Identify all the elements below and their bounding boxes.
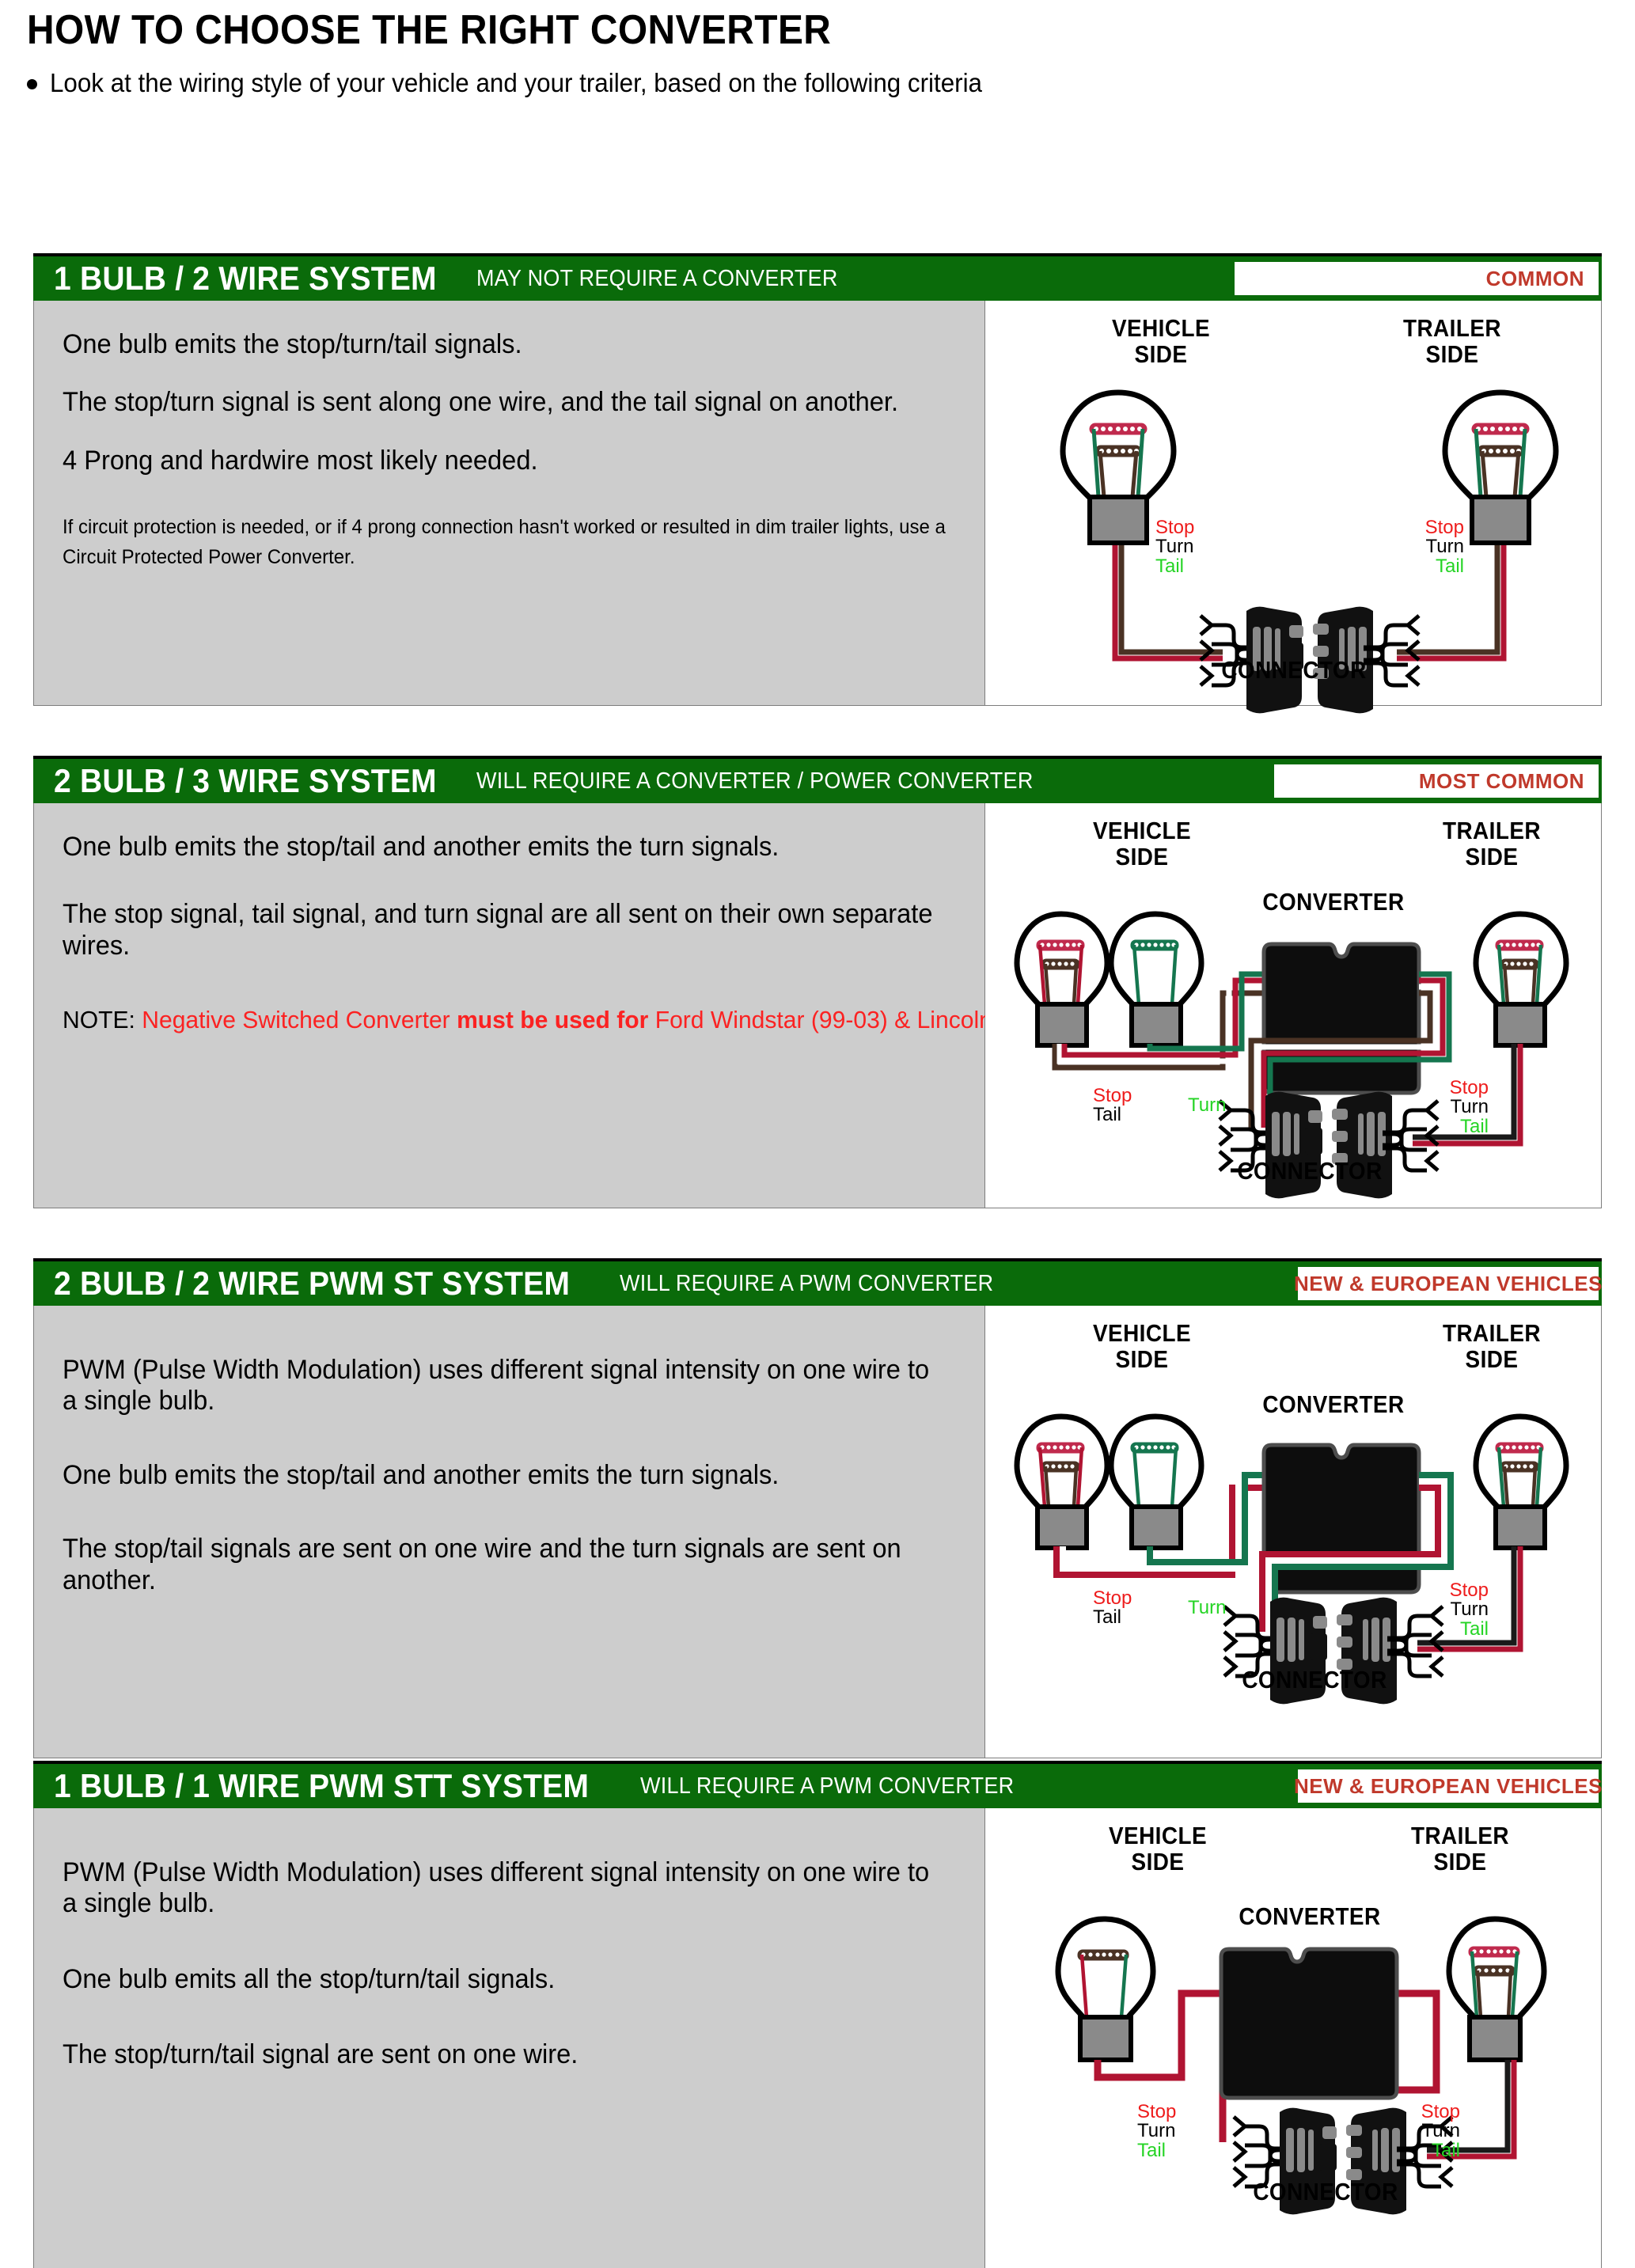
connector-label: CONNECTOR	[1242, 1666, 1387, 1693]
vehicle-side-label: VEHICLE SIDE	[1092, 817, 1192, 871]
converter-box	[1219, 1947, 1399, 2100]
bulb-vehicle-stop-tail	[1014, 911, 1110, 1048]
section-header: 1 BULB / 2 WIRE SYSTEM MAY NOT REQUIRE A…	[33, 253, 1602, 301]
section-two-bulb-two-wire-pwm: 2 BULB / 2 WIRE PWM ST SYSTEM WILL REQUI…	[33, 1258, 1602, 1758]
section-title: 2 BULB / 2 WIRE PWM ST SYSTEM	[54, 1265, 571, 1302]
section-subtitle: WILL REQUIRE A PWM CONVERTER	[620, 1270, 994, 1296]
note-label: NOTE:	[63, 1006, 135, 1034]
trailer-side-label: TRAILER SIDE	[1442, 1319, 1542, 1374]
section-body: PWM (Pulse Width Modulation) uses differ…	[33, 1306, 1602, 1758]
paragraph: The stop/turn signal is sent along one w…	[63, 387, 899, 418]
signal-labels-trailer: Stop Turn Tail	[1421, 2101, 1460, 2161]
section-body: PWM (Pulse Width Modulation) uses differ…	[33, 1808, 1602, 2268]
signal-label-turn: Turn	[1188, 1597, 1227, 1618]
section-subtitle: MAY NOT REQUIRE A CONVERTER	[476, 265, 838, 291]
note-body: Negative Switched Converter must be used…	[142, 1006, 1112, 1034]
section-subtitle: WILL REQUIRE A CONVERTER / POWER CONVERT…	[476, 768, 1034, 794]
bulb-trailer	[1473, 911, 1569, 1048]
status-badge: NEW & EUROPEAN VEHICLES	[1294, 1769, 1602, 1803]
connector-label: CONNECTOR	[1221, 656, 1367, 684]
trailer-side-label: TRAILER SIDE	[1442, 817, 1542, 871]
signal-labels-stop-tail: Stop Tail	[1093, 1587, 1132, 1629]
paragraph: The stop signal, tail signal, and turn s…	[63, 899, 933, 961]
section-text-panel: PWM (Pulse Width Modulation) uses differ…	[33, 1808, 985, 2268]
connector-label: CONNECTOR	[1253, 2178, 1398, 2205]
section-one-bulb-two-wire: 1 BULB / 2 WIRE SYSTEM MAY NOT REQUIRE A…	[33, 253, 1602, 714]
section-text-panel: PWM (Pulse Width Modulation) uses differ…	[33, 1306, 985, 1758]
intro-bullet: Look at the wiring style of your vehicle…	[27, 68, 1031, 98]
wiring-diagram-two-bulb-three-wire: VEHICLE SIDE TRAILER SIDE CONVERTER Stop…	[985, 803, 1602, 1208]
section-subtitle: WILL REQUIRE A PWM CONVERTER	[640, 1773, 1015, 1799]
bulb-trailer	[1446, 1916, 1547, 2062]
paragraph: PWM (Pulse Width Modulation) uses differ…	[63, 1857, 930, 1919]
status-badge: NEW & EUROPEAN VEHICLES	[1294, 1267, 1602, 1300]
status-badge: COMMON	[1235, 262, 1599, 295]
section-header: 1 BULB / 1 WIRE PWM STT SYSTEM WILL REQU…	[33, 1761, 1602, 1808]
paragraph: One bulb emits all the stop/turn/tail si…	[63, 1963, 556, 1994]
section-body: One bulb emits the stop/tail and another…	[33, 803, 1602, 1208]
bulb-vehicle-turn	[1108, 1413, 1204, 1550]
wiring-diagram-one-bulb-one-wire-pwm: VEHICLE SIDE TRAILER SIDE CONVERTER Stop…	[985, 1808, 1602, 2268]
status-badge-text: NEW & EUROPEAN VEHICLES	[1294, 1271, 1602, 1295]
section-two-bulb-three-wire: 2 BULB / 3 WIRE SYSTEM WILL REQUIRE A CO…	[33, 756, 1602, 1208]
paragraph: 4 Prong and hardwire most likely needed.	[63, 445, 538, 476]
status-badge-text: COMMON	[1485, 266, 1584, 290]
paragraph: One bulb emits the stop/turn/tail signal…	[63, 329, 522, 359]
signal-labels-trailer: Stop Turn Tail	[1424, 517, 1464, 577]
paragraph: One bulb emits the stop/tail and another…	[63, 1459, 780, 1490]
page-title: HOW TO CHOOSE THE RIGHT CONVERTER	[27, 7, 832, 53]
paragraph: The stop/tail signals are sent on one wi…	[63, 1534, 901, 1595]
note: NOTE: Negative Switched Converter must b…	[63, 1006, 1111, 1034]
signal-labels-trailer: Stop Turn Tail	[1449, 1077, 1489, 1137]
section-header: 2 BULB / 2 WIRE PWM ST SYSTEM WILL REQUI…	[33, 1258, 1602, 1306]
vehicle-side-label: VEHICLE SIDE	[1092, 1319, 1192, 1374]
vehicle-side-label: VEHICLE SIDE	[1111, 314, 1211, 369]
paragraph: The stop/turn/tail signal are sent on on…	[63, 2039, 579, 2070]
connector-label: CONNECTOR	[1237, 1157, 1383, 1185]
signal-labels-stop-tail: Stop Tail	[1093, 1085, 1132, 1126]
bulb-trailer	[1473, 1413, 1569, 1550]
section-body: One bulb emits the stop/turn/tail signal…	[33, 301, 1602, 714]
signal-label-turn: Turn	[1188, 1094, 1227, 1116]
vehicle-side-label: VEHICLE SIDE	[1108, 1822, 1208, 1876]
section-one-bulb-one-wire-pwm: 1 BULB / 1 WIRE PWM STT SYSTEM WILL REQU…	[33, 1761, 1602, 2268]
signal-labels-vehicle: Stop Turn Tail	[1137, 2101, 1177, 2161]
converter-box	[1261, 942, 1421, 1095]
section-header: 2 BULB / 3 WIRE SYSTEM WILL REQUIRE A CO…	[33, 756, 1602, 803]
fine-print: If circuit protection is needed, or if 4…	[63, 516, 946, 568]
section-text-panel: One bulb emits the stop/turn/tail signal…	[33, 301, 985, 706]
paragraph: One bulb emits the stop/tail and another…	[63, 832, 780, 862]
bulb-vehicle-turn	[1108, 911, 1204, 1048]
wiring-diagram-one-bulb-two-wire: VEHICLE SIDE TRAILER SIDE Stop Turn Tail…	[985, 301, 1602, 714]
paragraph: PWM (Pulse Width Modulation) uses differ…	[63, 1355, 930, 1417]
bulb-vehicle	[1055, 1916, 1156, 2062]
signal-labels-trailer: Stop Turn Tail	[1449, 1580, 1489, 1640]
section-title: 1 BULB / 1 WIRE PWM STT SYSTEM	[54, 1767, 590, 1804]
status-badge: MOST COMMON	[1274, 764, 1599, 798]
wiring-diagram-two-bulb-two-wire-pwm: VEHICLE SIDE TRAILER SIDE CONVERTER Stop…	[985, 1306, 1602, 1758]
trailer-side-label: TRAILER SIDE	[1410, 1822, 1510, 1876]
converter-box	[1261, 1443, 1421, 1595]
infographic-page: HOW TO CHOOSE THE RIGHT CONVERTER Look a…	[0, 0, 1635, 2268]
section-title: 1 BULB / 2 WIRE SYSTEM	[54, 260, 437, 297]
status-badge-text: MOST COMMON	[1418, 768, 1584, 793]
status-badge-text: NEW & EUROPEAN VEHICLES	[1294, 1773, 1602, 1798]
trailer-side-label: TRAILER SIDE	[1402, 314, 1502, 369]
bullet-dot-icon	[27, 79, 37, 89]
intro-bullet-text: Look at the wiring style of your vehicle…	[50, 68, 982, 97]
section-title: 2 BULB / 3 WIRE SYSTEM	[54, 762, 437, 799]
signal-labels-vehicle: Stop Turn Tail	[1155, 517, 1195, 577]
section-text-panel: One bulb emits the stop/tail and another…	[33, 803, 1111, 1208]
bulb-vehicle-stop-tail	[1014, 1413, 1110, 1550]
